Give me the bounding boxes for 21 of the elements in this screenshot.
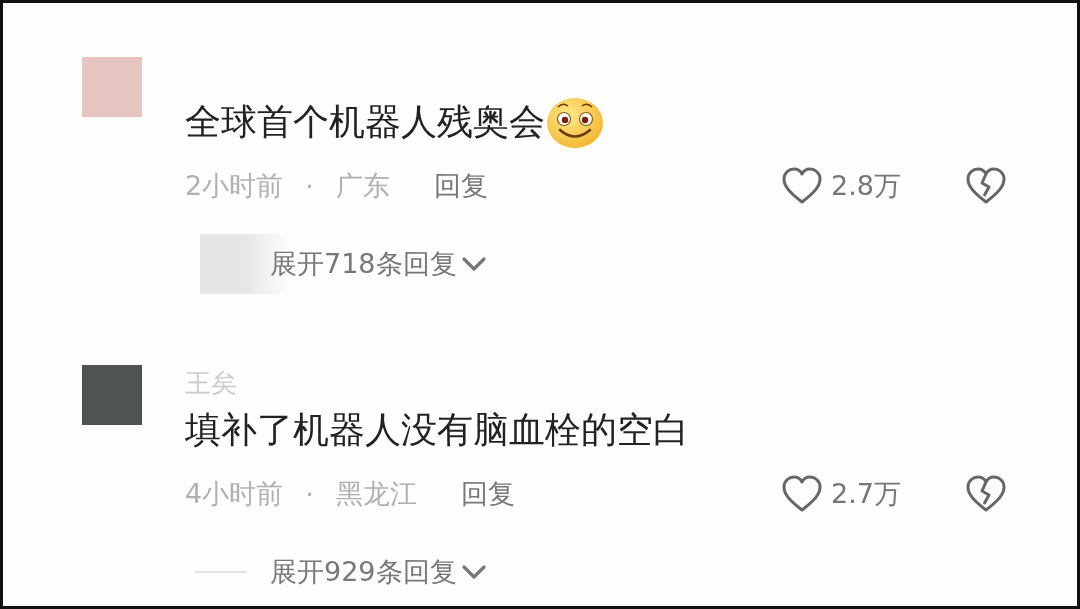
timestamp: 4小时前 — [185, 477, 284, 511]
reply-button[interactable]: 回复 — [433, 168, 488, 204]
location: 黑龙江 — [335, 477, 417, 511]
expand-replies-link[interactable]: 展开929条回复 — [270, 554, 457, 590]
chevron-down-icon[interactable] — [460, 255, 487, 273]
comment-text: 全球首个机器人残奥会 — [185, 99, 545, 144]
chevron-down-icon[interactable] — [460, 563, 487, 581]
separator-dot: · — [305, 478, 314, 510]
heart-icon[interactable] — [781, 167, 824, 205]
like-count: 2.7万 — [831, 477, 901, 511]
reply-button[interactable]: 回复 — [460, 476, 515, 512]
broken-heart-icon[interactable] — [965, 167, 1007, 205]
separator-dot: · — [305, 170, 314, 202]
expand-replies-link[interactable]: 展开718条回复 — [270, 246, 457, 282]
comment-text: 填补了机器人没有脑血栓的空白 — [185, 407, 689, 452]
smiley-icon — [545, 95, 605, 149]
location: 广东 — [335, 169, 390, 203]
heart-icon[interactable] — [781, 475, 824, 513]
like-count: 2.8万 — [831, 169, 901, 203]
broken-heart-icon[interactable] — [965, 475, 1007, 513]
timestamp: 2小时前 — [185, 169, 284, 203]
